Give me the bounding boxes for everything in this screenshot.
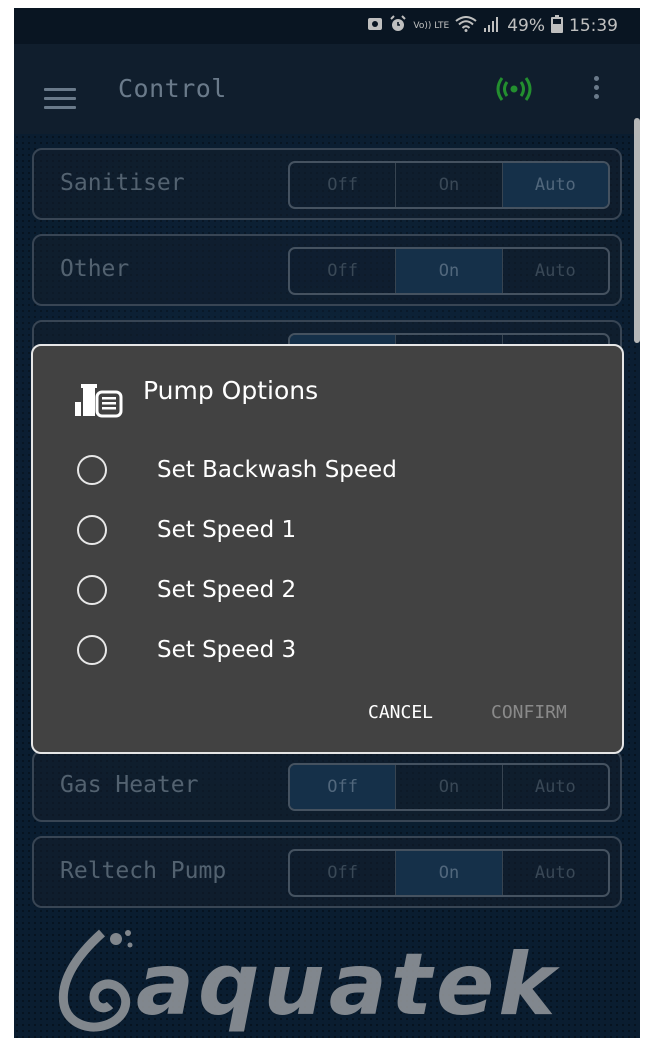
option-backwash-speed[interactable]: Set Backwash Speed xyxy=(77,450,577,490)
radio-button[interactable] xyxy=(77,635,107,665)
cancel-button[interactable]: CANCEL xyxy=(368,702,433,723)
option-label: Set Backwash Speed xyxy=(157,457,397,483)
option-speed-3[interactable]: Set Speed 3 xyxy=(77,630,577,670)
pump-options-dialog: Pump Options Set Backwash Speed Set Spee… xyxy=(31,344,624,754)
option-label: Set Speed 1 xyxy=(157,517,297,543)
radio-button[interactable] xyxy=(77,575,107,605)
pump-icon xyxy=(75,384,129,418)
option-speed-2[interactable]: Set Speed 2 xyxy=(77,570,577,610)
option-speed-1[interactable]: Set Speed 1 xyxy=(77,510,577,550)
phone-screen: Vo)) LTE 49% 15:39 Control Sanitiser Off… xyxy=(14,8,640,1038)
radio-button[interactable] xyxy=(77,455,107,485)
option-label: Set Speed 3 xyxy=(157,637,297,663)
dialog-title: Pump Options xyxy=(143,376,319,405)
option-label: Set Speed 2 xyxy=(157,577,297,603)
radio-button[interactable] xyxy=(77,515,107,545)
confirm-button[interactable]: CONFIRM xyxy=(491,702,567,723)
